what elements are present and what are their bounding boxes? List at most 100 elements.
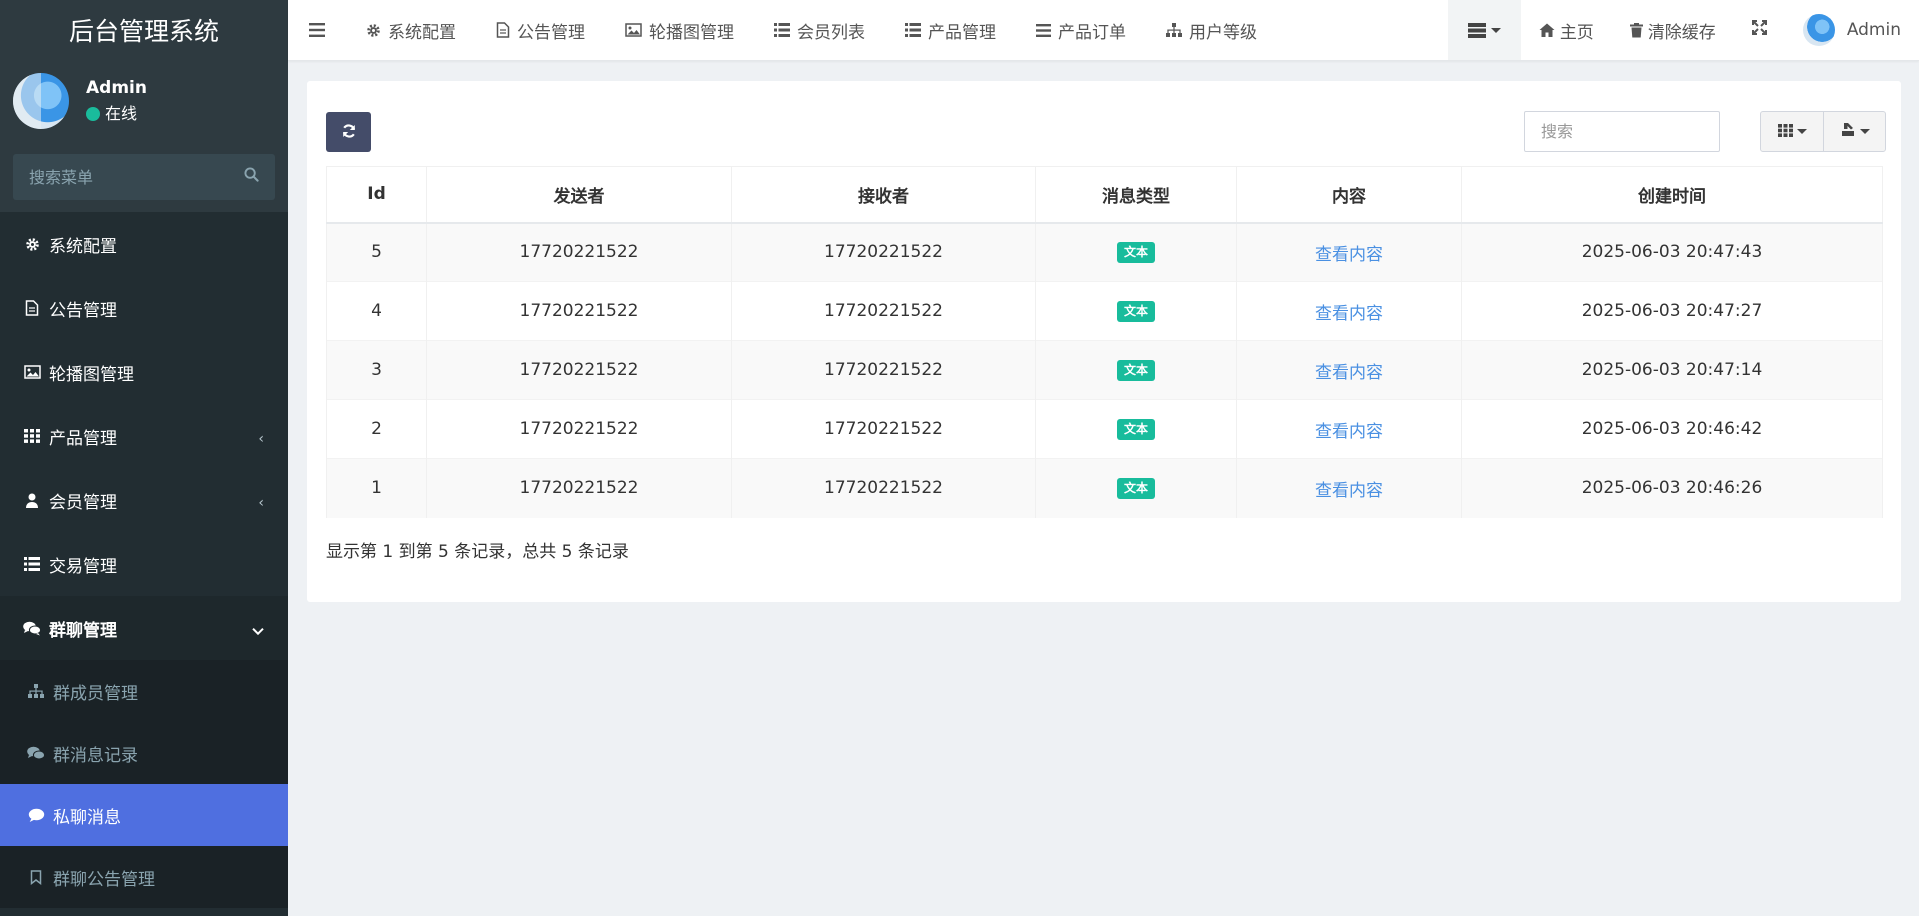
view-content-link[interactable]: 查看内容 [1315,245,1383,265]
sidebar-item-label: 群聊公告管理 [53,869,155,890]
sidebar-item-members[interactable]: 会员管理 ‹ [0,468,288,532]
caret-down-icon [1490,27,1501,33]
sidebar-item-label: 轮播图管理 [49,364,134,385]
sitemap-icon [26,684,46,698]
messages-table: Id 发送者 接收者 消息类型 内容 创建时间 5 17720221522 17… [326,166,1883,518]
home-label: 主页 [1559,22,1594,43]
cell-type: 文本 [1035,340,1237,400]
tab-label: 系统配置 [388,22,456,43]
table-row[interactable]: 3 17720221522 17720221522 文本 查看内容 2025-0… [326,340,1883,400]
gear-icon [22,237,42,252]
tab-product-orders[interactable]: 产品订单 [1016,0,1146,60]
user-icon [22,493,42,508]
sidebar-item-label: 私聊消息 [53,807,121,828]
type-badge: 文本 [1116,478,1155,500]
user-name: Admin [86,78,147,98]
cell-sender: 17720221522 [426,281,732,341]
user-menu[interactable]: Admin [1785,0,1919,60]
sidebar-item-transactions[interactable]: 交易管理 [0,532,288,596]
list-icon [22,557,42,571]
column-header-id[interactable]: Id [326,166,427,224]
table-search-input[interactable] [1524,111,1720,152]
column-header-type[interactable]: 消息类型 [1035,166,1237,224]
column-header-content[interactable]: 内容 [1236,166,1462,224]
table-row[interactable]: 5 17720221522 17720221522 文本 查看内容 2025-0… [326,222,1883,282]
table-row[interactable]: 4 17720221522 17720221522 文本 查看内容 2025-0… [326,281,1883,341]
tab-system-config[interactable]: 系统配置 [346,0,476,60]
tab-label: 产品订单 [1058,22,1126,43]
export-button[interactable] [1823,112,1885,151]
sidebar-item-label: 群消息记录 [53,745,138,766]
cell-receiver: 17720221522 [731,458,1036,518]
refresh-icon [341,123,357,142]
table-row[interactable]: 2 17720221522 17720221522 文本 查看内容 2025-0… [326,399,1883,459]
sidebar-search-input[interactable] [29,167,229,187]
tab-label: 用户等级 [1189,22,1257,43]
type-badge: 文本 [1116,242,1155,264]
view-content-link[interactable]: 查看内容 [1315,481,1383,501]
sidebar-item-group-chat[interactable]: 群聊管理 [0,596,288,660]
app-title[interactable]: 后台管理系统 [0,0,288,60]
cell-receiver: 17720221522 [731,340,1036,400]
sidebar-item-label: 群聊管理 [49,620,117,641]
tabs-dropdown-button[interactable] [1447,0,1521,60]
cell-type: 文本 [1035,281,1237,341]
tab-user-levels[interactable]: 用户等级 [1146,0,1277,60]
cell-id: 4 [326,281,427,341]
cell-id: 2 [326,399,427,459]
sidebar-item-private-messages[interactable]: 私聊消息 [0,784,288,846]
view-content-link[interactable]: 查看内容 [1315,363,1383,383]
gear-icon [366,23,381,38]
tab-member-list[interactable]: 会员列表 [754,0,885,60]
table-row[interactable]: 1 17720221522 17720221522 文本 查看内容 2025-0… [326,458,1883,518]
pagination-info: 显示第 1 到第 5 条记录，总共 5 条记录 [326,542,629,562]
user-status-label: 在线 [105,104,138,123]
online-dot-icon [86,107,100,121]
columns-toggle-button[interactable] [1761,112,1823,151]
view-content-link[interactable]: 查看内容 [1315,304,1383,324]
home-link[interactable]: 主页 [1521,0,1612,60]
clear-cache-button[interactable]: 清除缓存 [1612,0,1734,60]
sidebar-toggle-icon[interactable] [288,0,346,60]
sidebar-item-carousel[interactable]: 轮播图管理 [0,340,288,404]
sidebar-item-label: 公告管理 [49,300,117,321]
tab-products[interactable]: 产品管理 [885,0,1016,60]
fullscreen-button[interactable] [1734,0,1785,60]
file-icon [22,300,42,316]
cell-created: 2025-06-03 20:47:43 [1461,222,1883,282]
refresh-button[interactable] [326,112,371,152]
tab-carousel[interactable]: 轮播图管理 [605,0,754,60]
sidebar: 后台管理系统 Admin 在线 系统配置 公告管理 轮播 [0,0,288,916]
export-icon [1840,122,1856,142]
sidebar-item-label: 交易管理 [49,556,117,577]
bookmark-icon [26,869,46,885]
cell-sender: 17720221522 [426,340,732,400]
search-icon[interactable] [244,167,259,187]
sidebar-item-group-messages[interactable]: 群消息记录 [0,722,288,784]
cell-content: 查看内容 [1236,340,1462,400]
column-header-sender[interactable]: 发送者 [426,166,732,224]
cell-content: 查看内容 [1236,281,1462,341]
tab-announcements[interactable]: 公告管理 [476,0,605,60]
sidebar-item-announcements[interactable]: 公告管理 [0,276,288,340]
avatar [1802,14,1835,46]
sitemap-icon [1166,23,1182,37]
view-content-link[interactable]: 查看内容 [1315,422,1383,442]
table-header-row: Id 发送者 接收者 消息类型 内容 创建时间 [326,166,1883,224]
list-icon [905,23,921,37]
type-badge: 文本 [1116,301,1155,322]
tab-label: 公告管理 [517,22,585,43]
tab-label: 产品管理 [928,22,996,43]
sidebar-item-group-announcements[interactable]: 群聊公告管理 [0,846,288,908]
sidebar-item-group-members[interactable]: 群成员管理 [0,660,288,722]
cell-id: 1 [326,458,427,518]
column-header-receiver[interactable]: 接收者 [731,166,1036,224]
bars-icon [1036,23,1051,37]
cell-content: 查看内容 [1236,222,1462,282]
tab-label: 轮播图管理 [649,22,734,43]
sidebar-item-system-config[interactable]: 系统配置 [0,212,288,276]
column-header-created[interactable]: 创建时间 [1461,166,1883,224]
avatar [13,73,69,129]
sidebar-item-products[interactable]: 产品管理 ‹ [0,404,288,468]
comment-icon [26,808,46,823]
